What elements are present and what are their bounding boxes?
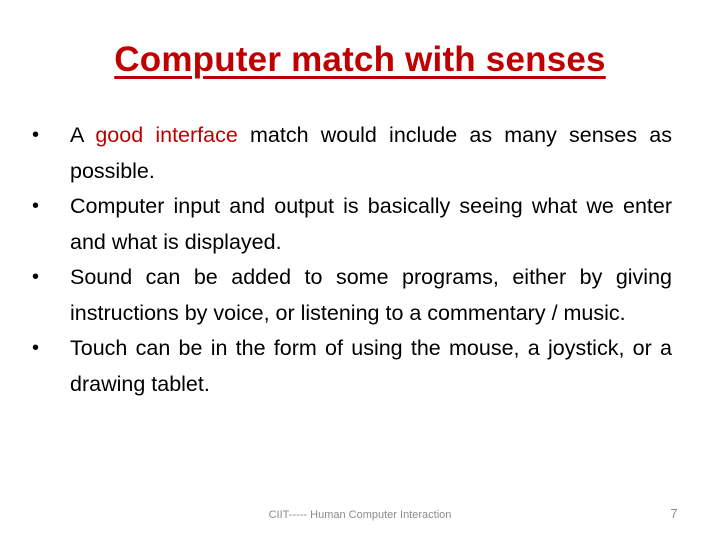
slide-title: Computer match with senses: [114, 40, 606, 79]
bullet-text: Sound can be added to some programs, eit…: [70, 265, 672, 325]
bullet-item: • Sound can be added to some programs, e…: [32, 260, 672, 331]
bullet-item: • Computer input and output is basically…: [32, 189, 672, 260]
page-number: 7: [670, 506, 678, 521]
bullet-text: Computer input and output is basically s…: [70, 194, 672, 254]
footer-text: CIIT----- Human Computer Interaction: [268, 509, 452, 521]
bullet-item: • A good interface match would include a…: [32, 118, 672, 189]
bullet-icon: •: [32, 195, 40, 217]
bullet-icon: •: [32, 337, 40, 359]
bullet-text: Touch can be in the form of using the mo…: [70, 336, 672, 396]
bullet-highlight-text: good interface: [95, 123, 238, 147]
bullet-list: • A good interface match would include a…: [32, 118, 672, 402]
bullet-icon: •: [32, 124, 40, 146]
slide: Computer match with senses • A good inte…: [0, 0, 720, 540]
bullet-item: • Touch can be in the form of using the …: [32, 331, 672, 402]
bullet-icon: •: [32, 266, 40, 288]
bullet-text-prefix: A: [70, 123, 96, 147]
